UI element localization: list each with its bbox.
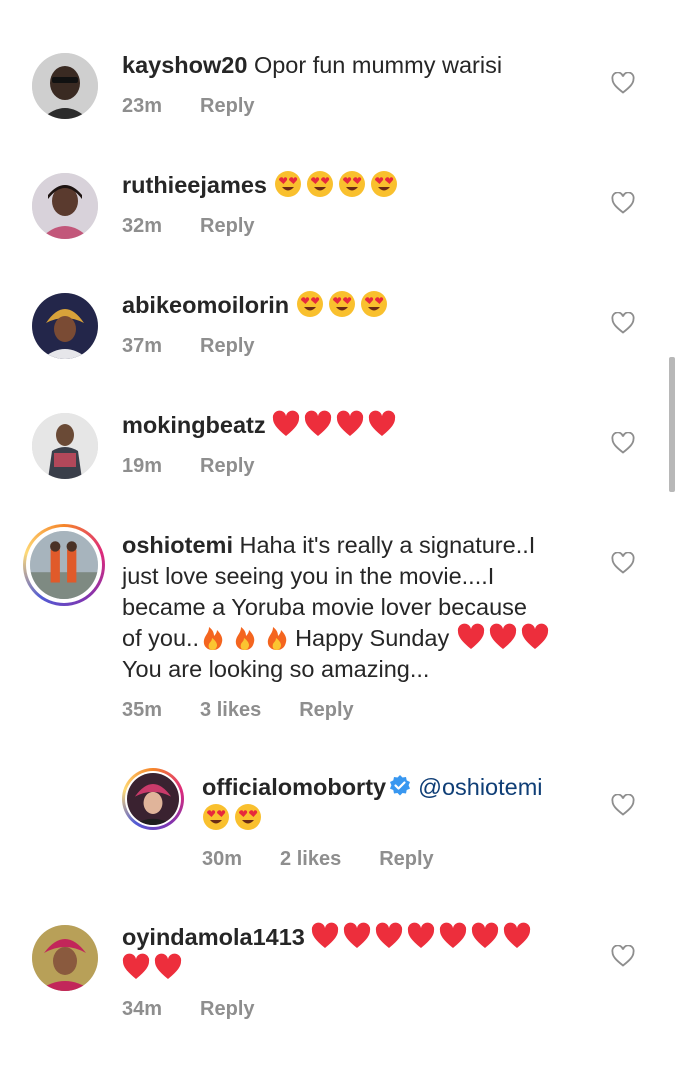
heart-outline-icon[interactable] [611, 945, 635, 967]
red-heart-emoji [336, 410, 364, 438]
heart-eyes-emoji [306, 170, 334, 198]
avatar[interactable] [32, 413, 98, 479]
reply-button[interactable]: Reply [200, 95, 254, 118]
heart-eyes-emoji [360, 290, 388, 318]
comment-emojis [272, 410, 400, 438]
red-heart-emoji [489, 623, 517, 651]
fire-emoji [199, 623, 227, 651]
heart-outline-icon[interactable] [611, 552, 635, 574]
avatar [30, 531, 98, 599]
username[interactable]: officialomoborty [202, 774, 386, 800]
verified-badge-icon [388, 774, 412, 798]
red-heart-emoji [439, 922, 467, 950]
red-heart-emoji [471, 922, 499, 950]
heart-eyes-emoji [328, 290, 356, 318]
heart-outline-icon[interactable] [611, 312, 635, 334]
red-heart-emoji [122, 953, 150, 981]
red-heart-emoji [407, 922, 435, 950]
comment-emojis [296, 290, 392, 318]
reply-button[interactable]: Reply [299, 699, 353, 722]
heart-outline-icon[interactable] [611, 432, 635, 454]
red-heart-emoji [368, 410, 396, 438]
comment-time: 32m [122, 215, 163, 237]
likes-count[interactable]: 3 likes [200, 699, 261, 722]
red-heart-emoji [503, 922, 531, 950]
heart-outline-icon[interactable] [611, 192, 635, 214]
comment-text-line: Haha it's really a signature..I [239, 532, 536, 558]
likes-count[interactable]: 2 likes [280, 848, 341, 871]
red-heart-emoji [272, 410, 300, 438]
red-heart-emoji [343, 922, 371, 950]
red-heart-emoji [154, 953, 182, 981]
red-heart-emoji [521, 623, 549, 651]
heart-eyes-emoji [234, 803, 262, 831]
fire-emoji [263, 623, 291, 651]
heart-eyes-emoji [202, 803, 230, 831]
comment-emojis [274, 170, 402, 198]
comment-text-line: just love seeing you in the movie....I [122, 563, 495, 589]
heart-eyes-emoji [296, 290, 324, 318]
comment-inline-text: Happy Sunday [295, 625, 450, 651]
comment-time: 30m [202, 848, 243, 870]
heart-eyes-emoji [370, 170, 398, 198]
heart-outline-icon[interactable] [611, 72, 635, 94]
red-heart-emoji [375, 922, 403, 950]
reply-button[interactable]: Reply [200, 215, 254, 238]
reply-button[interactable]: Reply [200, 335, 254, 358]
comment-time: 19m [122, 455, 163, 477]
reply-button[interactable]: Reply [200, 455, 254, 478]
comment-emojis [122, 953, 582, 984]
comment-time: 34m [122, 998, 163, 1020]
story-ring[interactable] [23, 524, 105, 606]
username[interactable]: ruthieejames [122, 172, 267, 198]
avatar[interactable] [32, 293, 98, 359]
comment-text-line: You are looking so amazing... [122, 656, 430, 682]
red-heart-emoji [311, 922, 339, 950]
avatar [127, 773, 179, 825]
comment-text-line: became a Yoruba movie lover because [122, 594, 527, 620]
reply-button[interactable]: Reply [200, 998, 254, 1021]
username[interactable]: oyindamola1413 [122, 924, 305, 950]
reply-button[interactable]: Reply [379, 848, 433, 871]
comment-text: Opor fun mummy warisi [253, 52, 503, 78]
mention-link[interactable]: @oshiotemi [418, 774, 542, 800]
comment-emojis [311, 922, 535, 950]
comment-time: 37m [122, 335, 163, 357]
heart-eyes-emoji [274, 170, 302, 198]
story-ring[interactable] [122, 768, 184, 830]
red-heart-emoji [457, 623, 485, 651]
avatar[interactable] [32, 173, 98, 239]
username[interactable]: kayshow20 [122, 52, 247, 78]
scrollbar[interactable] [669, 357, 675, 492]
heart-eyes-emoji [338, 170, 366, 198]
username[interactable]: mokingbeatz [122, 412, 266, 438]
avatar[interactable] [32, 925, 98, 991]
avatar[interactable] [32, 53, 98, 119]
username[interactable]: oshiotemi [122, 532, 233, 558]
comment-time: 35m [122, 699, 163, 721]
comment-time: 23m [122, 95, 163, 117]
heart-outline-icon[interactable] [611, 794, 635, 816]
comment-text-line: of you.. [122, 625, 200, 651]
red-heart-emoji [304, 410, 332, 438]
fire-emoji [231, 623, 259, 651]
username[interactable]: abikeomoilorin [122, 292, 289, 318]
comment-kayshow20: kayshow20 Opor fun mummy warisi 23m Repl… [0, 0, 675, 140]
comment-emojis [202, 803, 592, 834]
